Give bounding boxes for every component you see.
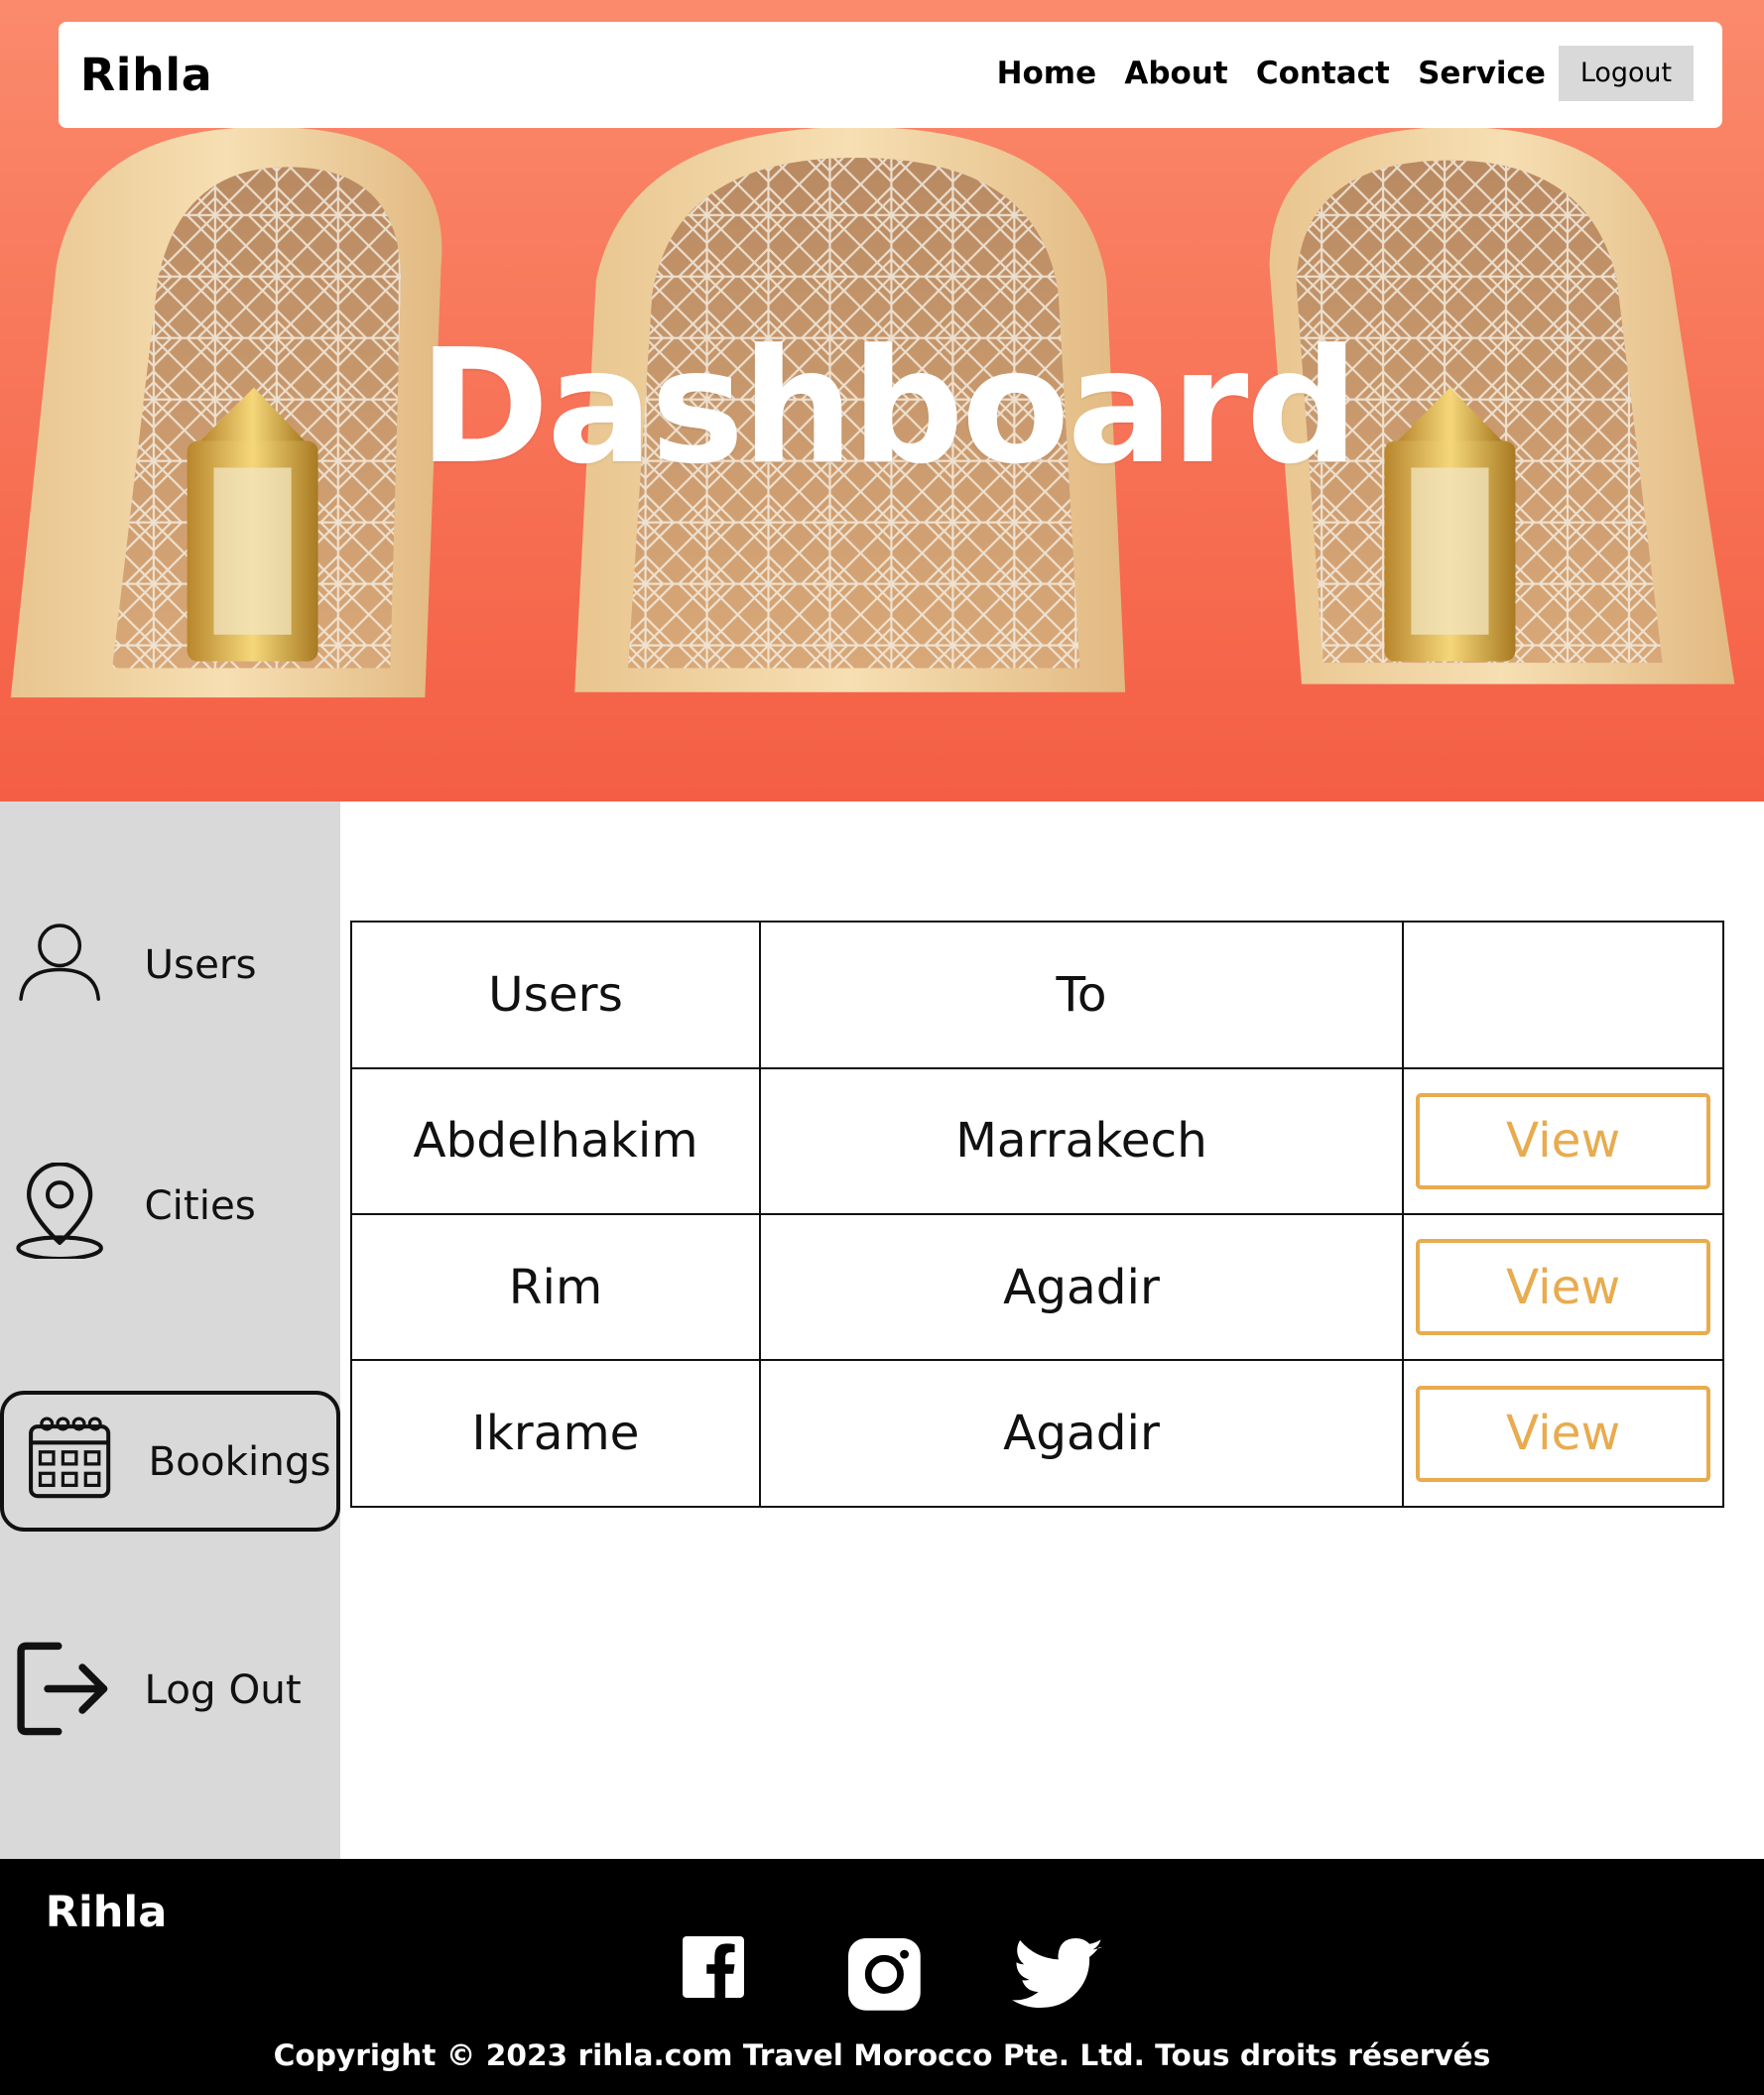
column-header-users: Users <box>349 921 762 1069</box>
cell-destination: Agadir <box>759 1359 1404 1508</box>
cell-user: Rim <box>349 1212 762 1362</box>
cell-action: View <box>1401 1212 1725 1362</box>
brand-logo[interactable]: Rihla <box>80 22 213 129</box>
table-row: Rim Agadir View <box>349 1212 1725 1362</box>
copyright-text: Copyright © 2023 rihla.com Travel Morocc… <box>273 2037 1491 2073</box>
twitter-icon[interactable] <box>1011 1938 1103 2013</box>
sidebar-item-label: Cities <box>144 1180 256 1229</box>
cell-action: View <box>1401 1066 1725 1215</box>
user-icon <box>19 924 101 1002</box>
sidebar-item-users[interactable]: Users <box>0 898 340 1032</box>
nav-link-service[interactable]: Service <box>1418 56 1546 91</box>
hero-banner: Dashboard Rihla Home About Contact Servi… <box>0 0 1764 802</box>
cell-destination: Marrakech <box>759 1066 1404 1215</box>
facebook-icon[interactable] <box>683 1935 745 1998</box>
nav-link-about[interactable]: About <box>1124 56 1227 91</box>
cell-user: Ikrame <box>349 1359 762 1508</box>
table-row: Ikrame Agadir View <box>349 1359 1725 1508</box>
view-button[interactable]: View <box>1416 1239 1710 1336</box>
logout-icon <box>17 1642 108 1736</box>
bookings-table-container: Users To Abdelhakim Marrakech View Rim A… <box>349 921 1725 1508</box>
view-button[interactable]: View <box>1416 1092 1710 1189</box>
cell-user: Abdelhakim <box>349 1066 762 1215</box>
top-navbar: Rihla Home About Contact Service Logout <box>59 21 1723 129</box>
footer: Rihla Copyright © 2023 rihla.com Travel … <box>0 1858 1764 2095</box>
sidebar-item-logout[interactable]: Log Out <box>0 1622 340 1756</box>
column-header-action <box>1401 921 1725 1069</box>
page-title: Dashboard <box>418 314 1359 499</box>
sidebar-item-cities[interactable]: Cities <box>0 1139 340 1273</box>
sidebar-item-label: Bookings <box>148 1436 331 1485</box>
sidebar-item-bookings[interactable]: Bookings <box>0 1391 341 1532</box>
view-button[interactable]: View <box>1416 1385 1710 1482</box>
nav-link-contact[interactable]: Contact <box>1256 56 1390 91</box>
sidebar: Users Cities Bookings Log Out <box>0 801 341 1859</box>
table-row: Abdelhakim Marrakech View <box>349 1066 1725 1215</box>
sidebar-item-label: Log Out <box>144 1664 302 1713</box>
calendar-icon <box>28 1417 111 1499</box>
nav-links: Home About Contact Service Logout <box>968 45 1694 102</box>
column-header-to: To <box>759 921 1404 1069</box>
nav-link-home[interactable]: Home <box>997 56 1096 91</box>
cell-destination: Agadir <box>759 1212 1404 1362</box>
logout-button[interactable]: Logout <box>1559 45 1694 102</box>
map-pin-icon <box>16 1162 104 1259</box>
table-header-row: Users To <box>349 921 1725 1069</box>
bookings-table: Users To Abdelhakim Marrakech View Rim A… <box>349 921 1725 1508</box>
sidebar-item-label: Users <box>144 940 257 989</box>
footer-brand: Rihla <box>45 1888 168 1938</box>
cell-action: View <box>1401 1359 1725 1508</box>
instagram-icon[interactable] <box>848 1938 922 2012</box>
